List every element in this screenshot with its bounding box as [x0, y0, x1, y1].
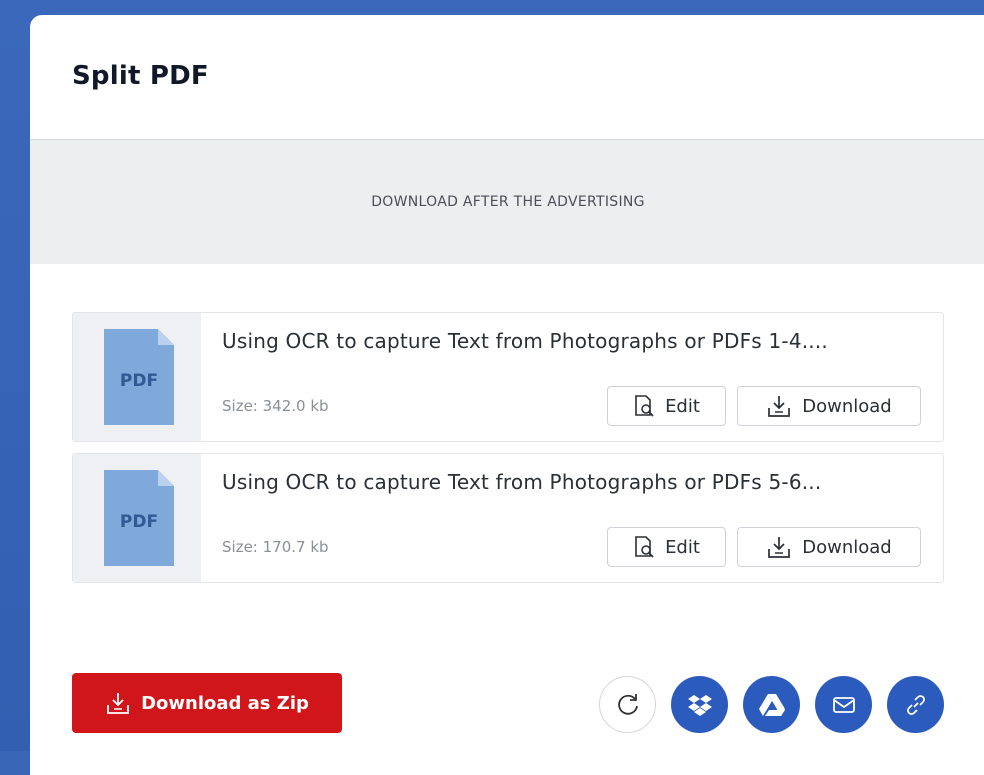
- file-name: Using OCR to capture Text from Photograp…: [222, 470, 822, 494]
- google-drive-button[interactable]: [743, 676, 800, 733]
- download-zip-label: Download as Zip: [141, 692, 309, 714]
- file-row: PDF Using OCR to capture Text from Photo…: [72, 312, 944, 442]
- mail-icon: [832, 696, 855, 713]
- download-label: Download: [802, 536, 892, 558]
- download-icon: [768, 537, 791, 558]
- email-button[interactable]: [815, 676, 872, 733]
- file-size: Size: 342.0 kb: [222, 397, 329, 415]
- pdf-icon-label: PDF: [119, 512, 159, 532]
- file-size: Size: 170.7 kb: [222, 538, 329, 556]
- edit-label: Edit: [665, 395, 700, 417]
- download-button[interactable]: Download: [737, 527, 921, 567]
- edit-label: Edit: [665, 536, 700, 558]
- split-pdf-panel: Split PDF DOWNLOAD AFTER THE ADVERTISING…: [30, 15, 984, 775]
- dropbox-icon: [687, 694, 712, 716]
- download-label: Download: [802, 395, 892, 417]
- panel-header: Split PDF: [30, 15, 984, 140]
- refresh-button[interactable]: [599, 676, 656, 733]
- refresh-icon: [617, 693, 638, 715]
- download-icon: [107, 693, 129, 714]
- pdf-icon-label: PDF: [119, 371, 159, 391]
- edit-search-icon: [635, 395, 654, 417]
- advertising-text: DOWNLOAD AFTER THE ADVERTISING: [371, 194, 645, 210]
- edit-search-icon: [635, 536, 654, 558]
- edit-button[interactable]: Edit: [607, 386, 726, 426]
- download-icon: [768, 396, 791, 417]
- file-row: PDF Using OCR to capture Text from Photo…: [72, 453, 944, 583]
- page-title: Split PDF: [72, 61, 209, 91]
- advertising-banner: DOWNLOAD AFTER THE ADVERTISING: [30, 140, 984, 264]
- edit-button[interactable]: Edit: [607, 527, 726, 567]
- google-drive-icon: [758, 693, 785, 716]
- file-thumbnail: PDF: [73, 454, 201, 582]
- file-thumbnail: PDF: [73, 313, 201, 441]
- share-link-button[interactable]: [887, 676, 944, 733]
- download-button[interactable]: Download: [737, 386, 921, 426]
- file-name: Using OCR to capture Text from Photograp…: [222, 329, 828, 353]
- download-zip-button[interactable]: Download as Zip: [72, 673, 342, 733]
- dropbox-button[interactable]: [671, 676, 728, 733]
- link-icon: [906, 694, 925, 715]
